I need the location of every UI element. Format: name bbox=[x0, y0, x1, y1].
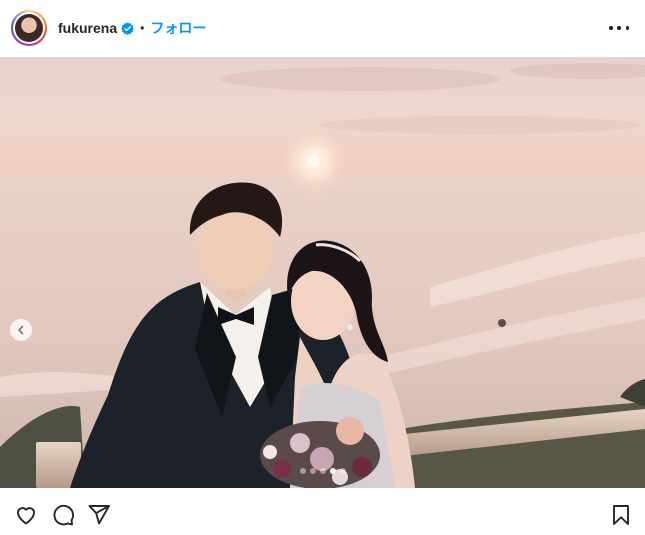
username[interactable]: fukurena bbox=[58, 20, 117, 36]
post-photo[interactable] bbox=[0, 57, 645, 488]
instagram-post: fukurena • フォロー bbox=[0, 0, 645, 535]
carousel-dot bbox=[329, 468, 336, 474]
action-bar bbox=[0, 488, 645, 535]
more-options-icon[interactable] bbox=[609, 20, 629, 36]
previous-slide-button[interactable] bbox=[10, 319, 32, 341]
follow-button[interactable]: フォロー bbox=[150, 18, 206, 38]
heart-icon[interactable] bbox=[14, 503, 38, 527]
carousel-dot bbox=[299, 468, 306, 474]
carousel-dot bbox=[309, 468, 316, 474]
carousel-dot bbox=[339, 468, 346, 474]
share-icon[interactable] bbox=[87, 503, 111, 527]
avatar[interactable] bbox=[11, 10, 47, 46]
separator-dot: • bbox=[140, 21, 145, 35]
chevron-left-icon bbox=[18, 325, 24, 335]
verified-badge-icon bbox=[121, 21, 134, 35]
post-header: fukurena • フォロー bbox=[0, 0, 645, 56]
comment-icon[interactable] bbox=[51, 503, 75, 527]
bookmark-icon[interactable] bbox=[609, 503, 633, 527]
carousel-indicator bbox=[0, 468, 645, 474]
carousel-dot bbox=[319, 468, 326, 474]
